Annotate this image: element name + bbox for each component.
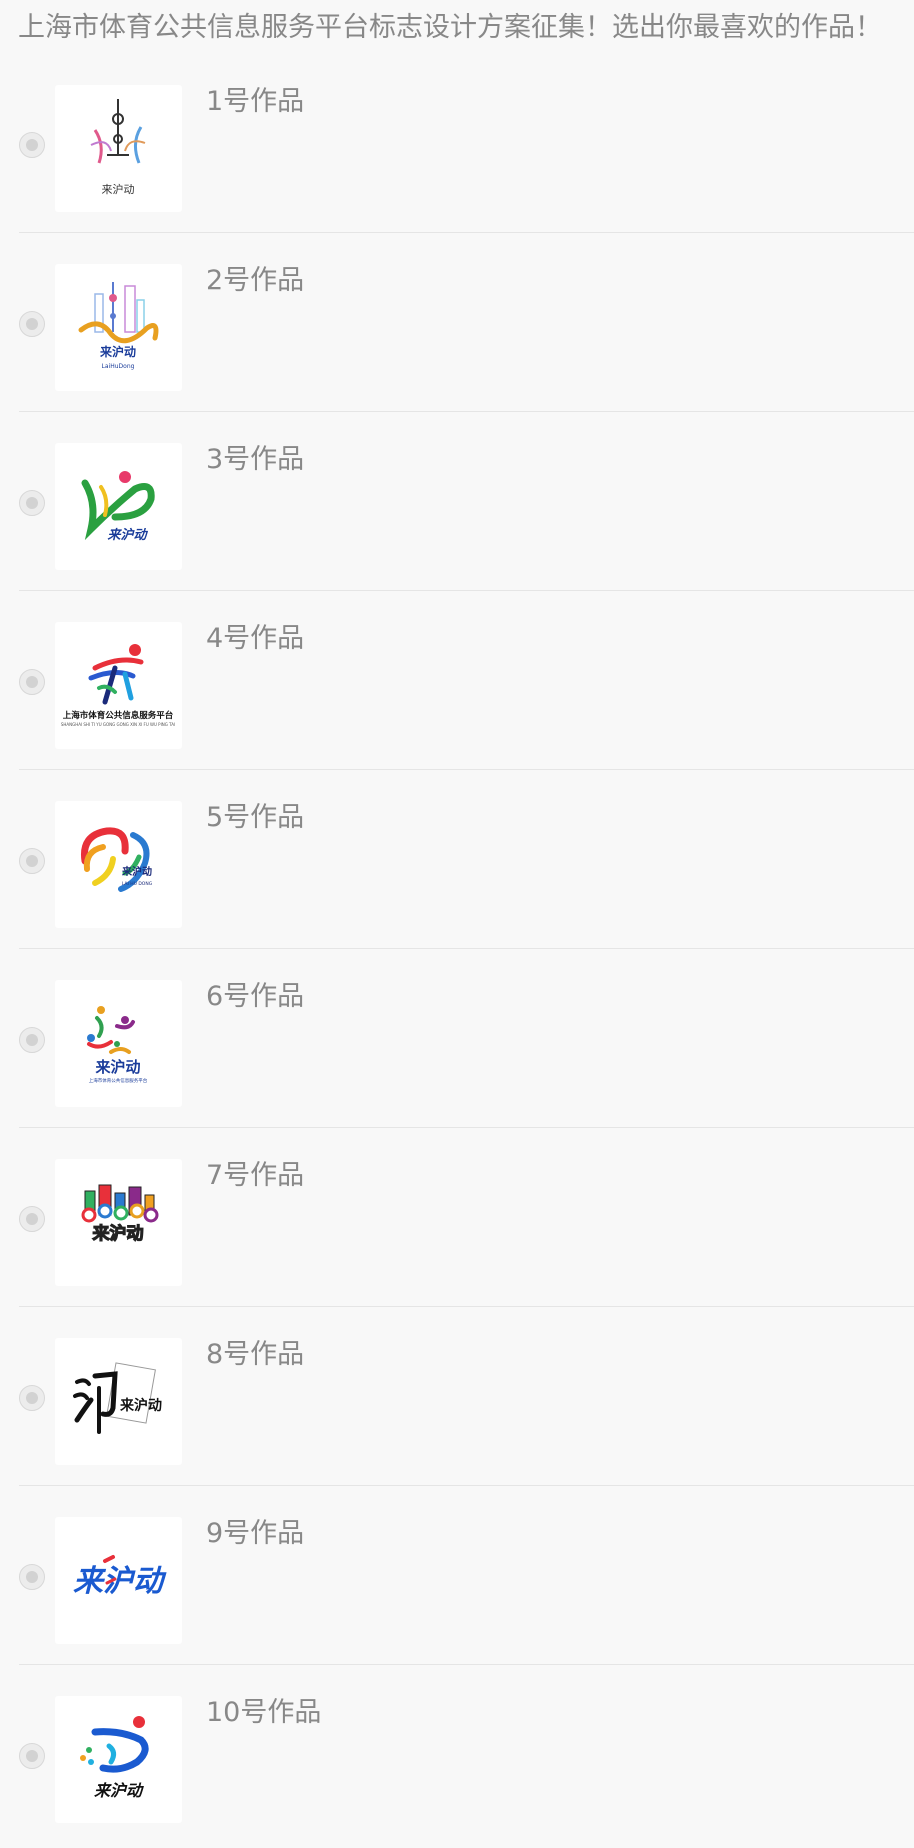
option-label: 6号作品 <box>206 981 305 1012</box>
svg-text:上海市体育公共信息服务平台: 上海市体育公共信息服务平台 <box>63 710 174 721</box>
radio-button[interactable] <box>19 848 45 874</box>
option-item[interactable]: 来沪动 1号作品 <box>19 54 914 233</box>
radio-button[interactable] <box>19 311 45 337</box>
radio-button[interactable] <box>19 669 45 695</box>
radio-button[interactable] <box>19 1564 45 1590</box>
option-label: 8号作品 <box>206 1339 305 1370</box>
option-item[interactable]: 来沪动 上海市体育公共信息服务平台 6号作品 <box>19 949 914 1128</box>
option-list: 来沪动 1号作品 来沪动 LaiHuDong 2号作品 来沪动 3号作品 上海市… <box>0 54 914 1844</box>
runner-platform-icon: 上海市体育公共信息服务平台 SHANGHAI SHI TI YU GONG GO… <box>61 644 175 727</box>
option-item[interactable]: 上海市体育公共信息服务平台 SHANGHAI SHI TI YU GONG GO… <box>19 591 914 770</box>
svg-text:来沪动: 来沪动 <box>73 1564 167 1599</box>
logo-thumbnail: 来沪动 <box>55 1517 182 1644</box>
option-item[interactable]: 来沪动 10号作品 <box>19 1665 914 1844</box>
question-title: 上海市体育公共信息服务平台标志设计方案征集！选出你最喜欢的作品！ <box>18 12 882 43</box>
svg-text:来沪动: 来沪动 <box>119 1397 162 1414</box>
option-item[interactable]: 来沪动 7号作品 <box>19 1128 914 1307</box>
option-label: 7号作品 <box>206 1160 305 1191</box>
option-label: 9号作品 <box>206 1518 305 1549</box>
radio-button[interactable] <box>19 1743 45 1769</box>
colorful-city-icon: 来沪动 <box>81 1184 159 1245</box>
svg-text:来沪动: 来沪动 <box>102 182 135 196</box>
survey-page: 上海市体育公共信息服务平台标志设计方案征集！选出你最喜欢的作品！ 来沪动 1号作… <box>0 0 914 1848</box>
option-item[interactable]: 来沪动 3号作品 <box>19 412 914 591</box>
radio-button[interactable] <box>19 132 45 158</box>
option-label: 5号作品 <box>206 802 305 833</box>
option-item[interactable]: 来沪动 LAI HU DONG 5号作品 <box>19 770 914 949</box>
option-label: 3号作品 <box>206 444 305 475</box>
logo-thumbnail: 来沪动 LAI HU DONG <box>55 801 182 928</box>
option-item[interactable]: 来沪动 LaiHuDong 2号作品 <box>19 233 914 412</box>
blue-runner-icon: 来沪动 <box>80 1716 149 1800</box>
pearl-tower-dancers-icon: 来沪动 <box>90 99 146 196</box>
svg-text:来沪动: 来沪动 <box>94 1781 144 1800</box>
option-label: 1号作品 <box>206 86 305 117</box>
option-item[interactable]: 来沪动 9号作品 <box>19 1486 914 1665</box>
green-runner-icon: 来沪动 <box>81 471 155 543</box>
sports-figures-icon: 来沪动 上海市体育公共信息服务平台 <box>87 1006 148 1084</box>
svg-text:LAI HU DONG: LAI HU DONG <box>122 881 153 887</box>
logo-thumbnail: 来沪动 LaiHuDong <box>55 264 182 391</box>
radio-button[interactable] <box>19 1385 45 1411</box>
logo-thumbnail: 来沪动 <box>55 1696 182 1823</box>
logo-thumbnail: 来沪动 <box>55 1159 182 1286</box>
svg-text:来沪动: 来沪动 <box>99 344 136 359</box>
svg-text:来沪动: 来沪动 <box>107 527 148 543</box>
rainbow-swirl-icon: 来沪动 LAI HU DONG <box>80 827 153 892</box>
logo-thumbnail: 来沪动 上海市体育公共信息服务平台 <box>55 980 182 1107</box>
option-label: 10号作品 <box>206 1697 322 1728</box>
svg-text:来沪动: 来沪动 <box>92 1223 144 1244</box>
option-label: 4号作品 <box>206 623 305 654</box>
option-label: 2号作品 <box>206 265 305 296</box>
radio-button[interactable] <box>19 1027 45 1053</box>
brush-calligraphy-icon: 来沪动 <box>73 1362 162 1434</box>
logo-thumbnail: 来沪动 <box>55 443 182 570</box>
radio-button[interactable] <box>19 490 45 516</box>
svg-text:SHANGHAI SHI TI YU GONG GONG X: SHANGHAI SHI TI YU GONG GONG XIN XI FU W… <box>61 722 175 727</box>
svg-text:上海市体育公共信息服务平台: 上海市体育公共信息服务平台 <box>89 1077 148 1084</box>
logo-thumbnail: 上海市体育公共信息服务平台 SHANGHAI SHI TI YU GONG GO… <box>55 622 182 749</box>
option-item[interactable]: 来沪动 8号作品 <box>19 1307 914 1486</box>
radio-button[interactable] <box>19 1206 45 1232</box>
svg-text:LaiHuDong: LaiHuDong <box>102 363 135 370</box>
svg-text:来沪动: 来沪动 <box>94 1058 140 1076</box>
logo-thumbnail: 来沪动 <box>55 1338 182 1465</box>
blue-red-text-icon: 来沪动 <box>73 1555 167 1599</box>
logo-thumbnail: 来沪动 <box>55 85 182 212</box>
svg-text:来沪动: 来沪动 <box>121 865 152 878</box>
skyline-dragon-icon: 来沪动 LaiHuDong <box>78 282 159 370</box>
